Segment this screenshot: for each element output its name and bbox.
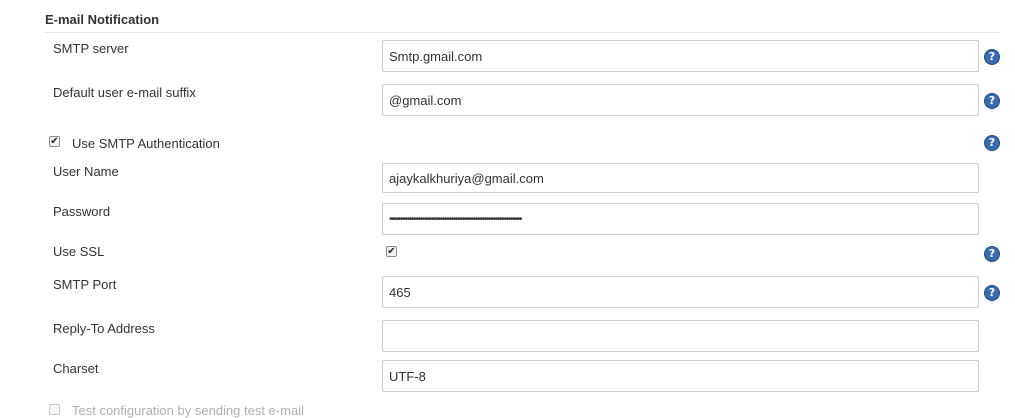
test-config-label: Test configuration by sending test e-mai… (72, 403, 304, 418)
section-divider (45, 32, 1000, 33)
help-icon[interactable]: ? (984, 246, 1000, 262)
password-input[interactable]: ••••••••••••••••••••••••••••••••••••••••… (382, 203, 979, 235)
reply-to-label: Reply-To Address (53, 321, 155, 336)
reply-to-input[interactable] (382, 320, 979, 352)
smtp-port-label: SMTP Port (53, 277, 117, 292)
help-icon[interactable]: ? (984, 93, 1000, 109)
use-smtp-auth-label: Use SMTP Authentication (72, 136, 220, 151)
smtp-server-label: SMTP server (53, 41, 129, 56)
charset-input[interactable]: UTF-8 (382, 360, 979, 392)
help-icon[interactable]: ? (984, 285, 1000, 301)
user-name-input[interactable]: ajaykalkhuriya@gmail.com (382, 163, 979, 193)
use-ssl-label: Use SSL (53, 244, 105, 259)
test-config-checkbox[interactable] (49, 404, 60, 415)
use-smtp-auth-checkbox[interactable]: ✔ (49, 136, 60, 147)
email-suffix-input[interactable]: @gmail.com (382, 84, 979, 116)
user-name-label: User Name (53, 164, 119, 179)
smtp-server-input[interactable]: Smtp.gmail.com (382, 40, 979, 72)
charset-label: Charset (53, 361, 99, 376)
email-suffix-label: Default user e-mail suffix (53, 85, 196, 100)
use-ssl-checkbox[interactable]: ✔ (386, 246, 397, 257)
help-icon[interactable]: ? (984, 135, 1000, 151)
section-title: E-mail Notification (45, 12, 160, 27)
help-icon[interactable]: ? (984, 49, 1000, 65)
smtp-port-input[interactable]: 465 (382, 276, 979, 308)
password-label: Password (53, 204, 111, 219)
